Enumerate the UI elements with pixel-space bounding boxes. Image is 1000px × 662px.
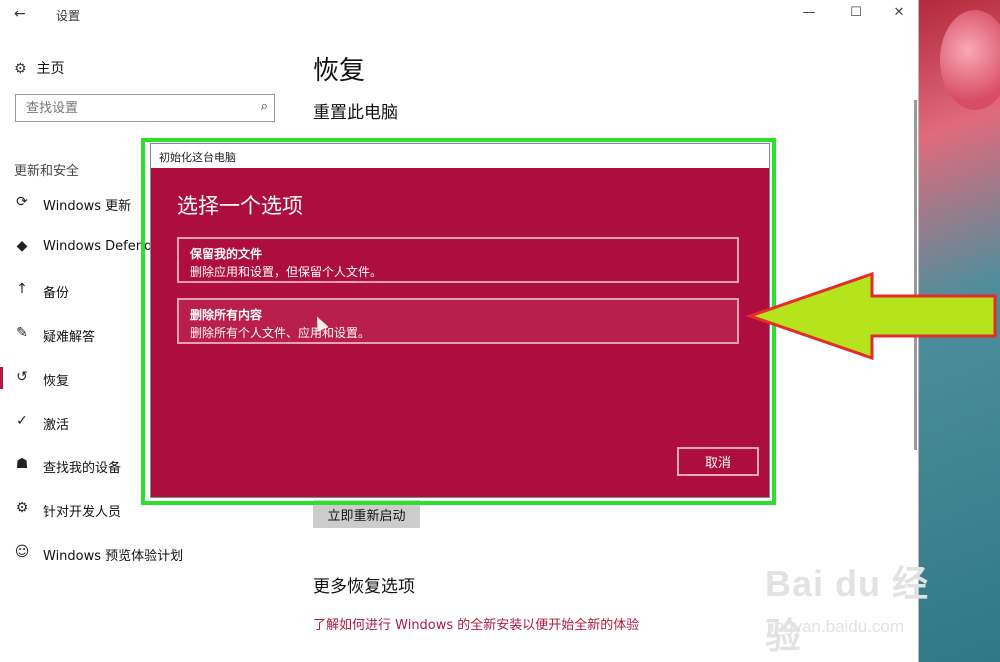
shield-icon: ◆	[16, 238, 28, 254]
close-button[interactable]: ✕	[884, 5, 914, 25]
sidebar-item-label: 疑难解答	[43, 330, 96, 345]
gear-icon: ⚙	[14, 61, 27, 77]
insider-cat-icon: ☺	[14, 544, 30, 560]
section-label: 更新和安全	[14, 164, 80, 179]
back-arrow-icon[interactable]: ←	[14, 6, 26, 22]
maximize-button[interactable]: ☐	[841, 5, 871, 25]
check-circle-icon: ✓	[16, 413, 28, 429]
watermark-brand: Bai du 经验	[765, 563, 930, 656]
section-title: 重置此电脑	[313, 103, 398, 123]
developer-sliders-icon: ⚙	[15, 500, 29, 516]
wrench-icon: ✎	[16, 325, 28, 341]
search-input[interactable]	[24, 95, 248, 121]
minimize-button[interactable]: —	[794, 5, 824, 25]
backup-arrow-icon: ↑	[16, 281, 28, 297]
more-options-title: 更多恢复选项	[313, 577, 415, 597]
sidebar-item-label: Windows 预览体验计划	[43, 549, 184, 564]
page-title: 恢复	[313, 56, 366, 86]
clean-install-link[interactable]: 了解如何进行 Windows 的全新安装以便开始全新的体验	[313, 614, 639, 633]
baidu-watermark: Bai du 经验 jingyan.baidu.com	[765, 555, 955, 656]
watermark-site: jingyan.baidu.com	[767, 617, 905, 636]
title-bar: ← 设置 — ☐ ✕	[0, 0, 918, 30]
search-icon[interactable]: ⌕	[261, 99, 268, 114]
sidebar-item-label: 备份	[43, 286, 70, 301]
sidebar-item-label: Windows 更新	[43, 199, 132, 214]
history-icon: ↺	[16, 369, 28, 385]
sync-icon: ⟳	[16, 194, 28, 210]
home-link[interactable]: ⚙ 主页	[14, 58, 64, 78]
sidebar-item-insider[interactable]: ☺ Windows 预览体验计划	[0, 538, 295, 568]
sidebar-item-label: 恢复	[43, 374, 70, 389]
home-label: 主页	[36, 61, 65, 77]
highlight-box	[141, 138, 776, 505]
search-box[interactable]: ⌕	[15, 94, 275, 122]
active-indicator	[0, 367, 3, 389]
pointer-arrow-icon	[745, 271, 997, 361]
sidebar-item-label: 激活	[43, 418, 70, 433]
person-locate-icon: ☗	[15, 456, 29, 472]
window-title: 设置	[56, 9, 81, 23]
sidebar-item-label: 针对开发人员	[43, 505, 122, 520]
sidebar-item-label: 查找我的设备	[43, 461, 122, 476]
